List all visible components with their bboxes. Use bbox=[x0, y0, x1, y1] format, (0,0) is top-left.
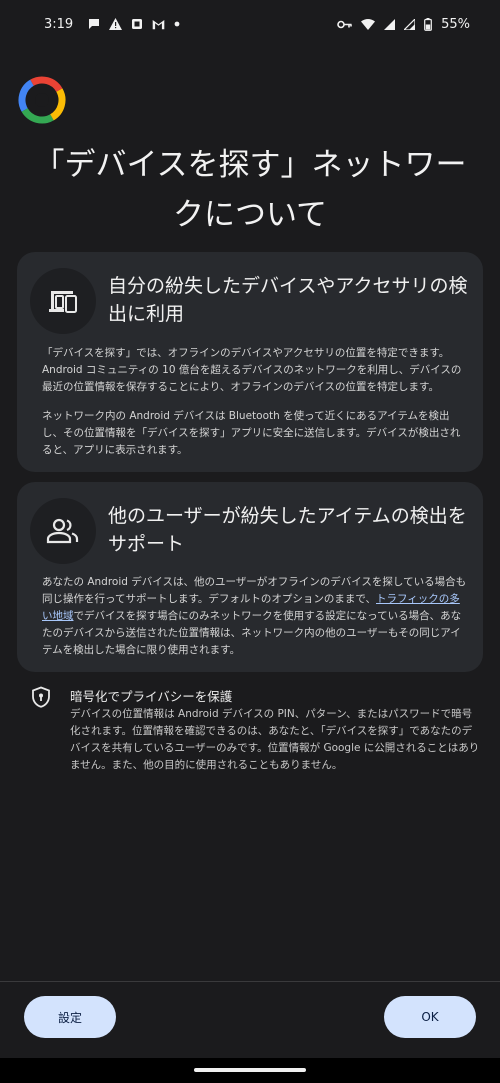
gmail-icon bbox=[152, 19, 165, 29]
footer-divider bbox=[0, 981, 500, 982]
status-bar-right: 55% bbox=[337, 17, 470, 32]
clipboard-icon bbox=[132, 19, 143, 29]
status-time: 3:19 bbox=[44, 16, 74, 32]
page-title: 「デバイスを探す」ネットワークについて bbox=[33, 147, 467, 233]
find-my-device-logo bbox=[18, 76, 66, 124]
status-bar: 3:19 55% bbox=[0, 0, 500, 48]
privacy-title: 暗号化でプライバシーを保護 bbox=[70, 689, 233, 704]
card-title: 他のユーザーが紛失したアイテムの検出をサポート bbox=[108, 505, 467, 555]
key-icon bbox=[337, 20, 352, 28]
shield-icon bbox=[32, 686, 50, 708]
signal-icon bbox=[384, 18, 396, 30]
card-paragraph: 「デバイスを探す」では、オフラインのデバイスやアクセサリの位置を特定できます。A… bbox=[42, 347, 462, 393]
dot-icon bbox=[174, 21, 180, 27]
home-gesture-handle[interactable] bbox=[194, 1068, 306, 1072]
status-bar-left: 3:19 bbox=[44, 17, 180, 32]
privacy-body: デバイスの位置情報は Android デバイスの PIN、パターン、またはパスワ… bbox=[70, 708, 480, 771]
ok-button[interactable]: OK bbox=[384, 996, 476, 1038]
signal-icon bbox=[404, 18, 416, 30]
card-title: 自分の紛失したデバイスやアクセサリの検出に利用 bbox=[108, 275, 468, 325]
battery-icon bbox=[424, 17, 432, 31]
info-card-own-devices: 自分の紛失したデバイスやアクセサリの検出に利用 「デバイスを探す」では、オフライ… bbox=[17, 252, 483, 472]
battery-percent: 55% bbox=[441, 16, 470, 32]
card-text-after-link: でデバイスを探す場合にのみネットワークを使用する設定になっている場合、あなたのデ… bbox=[42, 610, 462, 656]
wifi-icon bbox=[361, 18, 376, 30]
settings-button[interactable]: 設定 bbox=[24, 996, 116, 1038]
card-paragraph: あなたの Android デバイスは、他のユーザーがオフラインのデバイスを探して… bbox=[42, 574, 469, 659]
card-paragraph: ネットワーク内の Android デバイスは Bluetooth を使って近くに… bbox=[42, 410, 461, 456]
info-card-help-others: 他のユーザーが紛失したアイテムの検出をサポート あなたの Android デバイ… bbox=[17, 482, 483, 672]
devices-icon bbox=[30, 268, 96, 334]
chat-icon bbox=[89, 19, 100, 29]
people-icon bbox=[30, 498, 96, 564]
warning-icon bbox=[109, 18, 123, 30]
